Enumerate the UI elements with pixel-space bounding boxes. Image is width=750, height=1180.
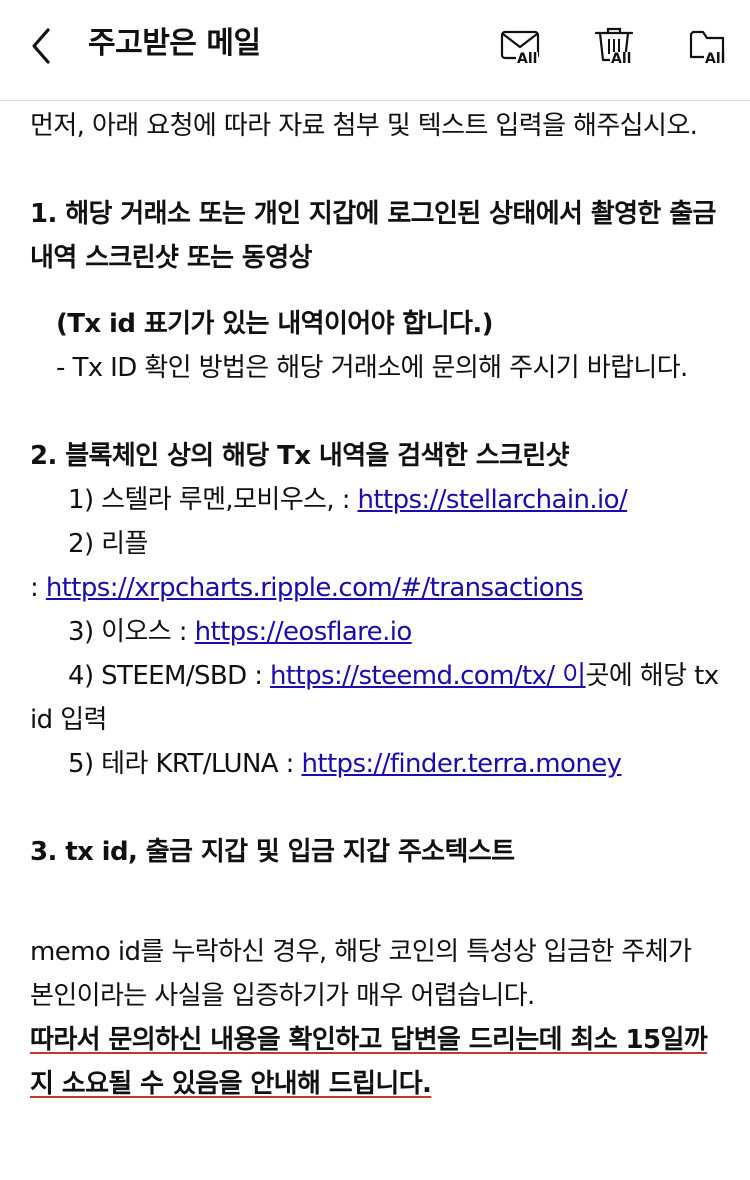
- xrpcharts-link[interactable]: https://xrpcharts.ripple.com/#/transacti…: [46, 573, 584, 603]
- link-item-4-label: 4) STEEM/SBD :: [68, 661, 271, 691]
- item1-title: 1. 해당 거래소 또는 개인 지갑에 로그인된 상태에서 촬영한 출금 내역 …: [30, 199, 716, 273]
- link-item-3-label: 3) 이오스 :: [68, 617, 195, 647]
- mark-all-read-button[interactable]: All: [496, 24, 556, 74]
- folder-all-label: All: [704, 51, 727, 67]
- move-all-button[interactable]: All: [684, 24, 744, 74]
- link-item-5: 5) 테라 KRT/LUNA : https://finder.terra.mo…: [30, 742, 720, 786]
- memo-paragraph: memo id를 누락하신 경우, 해당 코인의 특성상 입금한 주체가 본인이…: [30, 937, 692, 1011]
- eosflare-link[interactable]: https://eosflare.io: [195, 617, 413, 647]
- mail-body: 먼저, 아래 요청에 따라 자료 첨부 및 텍스트 입력을 해주십시오. 1. …: [30, 104, 720, 1106]
- link-item-1-label: 1) 스텔라 루멘,모비우스, :: [68, 485, 358, 515]
- link-item-1: 1) 스텔라 루멘,모비우스, : https://stellarchain.i…: [30, 478, 720, 522]
- steemd-link[interactable]: https://steemd.com/tx/ 이: [270, 661, 586, 691]
- chevron-left-icon: [32, 28, 50, 64]
- trash-all-label: All: [610, 51, 633, 67]
- link-item-3: 3) 이오스 : https://eosflare.io: [30, 610, 720, 654]
- item2-title: 2. 블록체인 상의 해당 Tx 내역을 검색한 스크린샷: [30, 441, 570, 471]
- item1-note: (Tx id 표기가 있는 내역이어야 합니다.): [56, 309, 494, 339]
- terra-finder-link[interactable]: https://finder.terra.money: [301, 749, 622, 779]
- back-button[interactable]: [26, 26, 60, 66]
- link-item-2-label: 2) 리플: [68, 529, 148, 559]
- item3-title: 3. tx id, 출금 지갑 및 입금 지갑 주소텍스트: [30, 837, 515, 867]
- warning-text: 따라서 문의하신 내용을 확인하고 답변을 드리는데 최소 15일까지 소요될 …: [30, 1025, 708, 1099]
- page-title: 주고받은 메일: [88, 26, 261, 61]
- link-item-4: 4) STEEM/SBD : https://steemd.com/tx/ 이곳…: [30, 654, 720, 742]
- top-bar: 주고받은 메일 All All All: [0, 0, 750, 101]
- item1-sub: - Tx ID 확인 방법은 해당 거래소에 문의해 주시기 바랍니다.: [56, 353, 688, 383]
- mail-all-label: All: [516, 51, 539, 67]
- delete-all-button[interactable]: All: [590, 24, 650, 74]
- link-item-5-label: 5) 테라 KRT/LUNA :: [68, 749, 302, 779]
- link-item-2-colon: :: [30, 573, 46, 603]
- intro-text: 먼저, 아래 요청에 따라 자료 첨부 및 텍스트 입력을 해주십시오.: [30, 111, 698, 141]
- link-item-2: : https://xrpcharts.ripple.com/#/transac…: [30, 566, 720, 610]
- stellarchain-link[interactable]: https://stellarchain.io/: [358, 485, 628, 515]
